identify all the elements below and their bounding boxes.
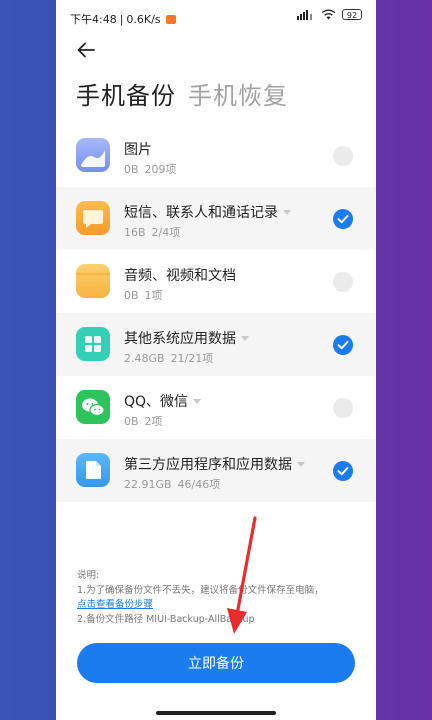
battery-icon: 92 bbox=[342, 9, 362, 20]
item-count: 21/21项 bbox=[170, 352, 214, 365]
tab-restore[interactable]: 手机恢复 bbox=[188, 76, 288, 111]
notes-title: 说明: bbox=[77, 570, 100, 581]
item-name: QQ、微信 bbox=[124, 391, 202, 411]
item-name: 其他系统应用数据 bbox=[124, 328, 249, 348]
status-right: 92 bbox=[297, 9, 362, 20]
photos-icon bbox=[76, 138, 110, 172]
wechat-icon bbox=[76, 390, 110, 424]
view-backup-steps-link[interactable]: 点击查看备份步骤 bbox=[77, 598, 367, 613]
backup-item-qq-wechat[interactable]: QQ、微信 0B 2项 bbox=[56, 376, 376, 439]
item-name-text: 其他系统应用数据 bbox=[124, 331, 236, 347]
backup-item-third-party-apps[interactable]: 第三方应用程序和应用数据 22.91GB 46/46项 bbox=[56, 439, 376, 502]
item-size: 22.91GB bbox=[124, 478, 172, 491]
item-meta: 0B 1项 bbox=[124, 287, 163, 303]
status-time: 下午4:48 bbox=[70, 13, 117, 26]
item-checkbox[interactable] bbox=[333, 272, 353, 292]
backup-item-system-apps[interactable]: 其他系统应用数据 2.48GB 21/21项 bbox=[56, 313, 376, 376]
item-count: 209项 bbox=[144, 163, 177, 176]
item-checkbox[interactable] bbox=[333, 398, 353, 418]
item-meta: 2.48GB 21/21项 bbox=[124, 350, 213, 366]
item-size: 0B bbox=[124, 415, 139, 428]
item-name: 第三方应用程序和应用数据 bbox=[124, 454, 305, 474]
item-meta: 22.91GB 46/46项 bbox=[124, 476, 220, 492]
item-checkbox[interactable] bbox=[333, 146, 353, 166]
item-size: 2.48GB bbox=[124, 352, 165, 365]
item-checkbox[interactable] bbox=[333, 335, 353, 355]
status-separator: | bbox=[119, 12, 124, 26]
chevron-down-icon[interactable] bbox=[241, 335, 249, 341]
item-meta: 16B 2/4项 bbox=[124, 224, 180, 240]
backup-notes: 说明: 1.为了确保备份文件不丢失，建议将备份文件保存至电脑， 点击查看备份步骤… bbox=[77, 569, 367, 627]
item-name-text: 音频、视频和文档 bbox=[124, 268, 236, 284]
item-size: 0B bbox=[124, 289, 139, 302]
backup-item-media[interactable]: 音频、视频和文档 0B 1项 bbox=[56, 250, 376, 313]
wifi-icon bbox=[321, 9, 336, 20]
item-name-text: 第三方应用程序和应用数据 bbox=[124, 457, 292, 473]
notification-app-icon bbox=[165, 14, 176, 24]
notes-line-1: 1.为了确保备份文件不丢失，建议将备份文件保存至电脑， bbox=[77, 584, 324, 596]
chevron-down-icon[interactable] bbox=[283, 209, 291, 215]
chevron-down-icon[interactable] bbox=[297, 461, 305, 467]
backup-item-photos[interactable]: 图片 0B 209项 bbox=[56, 124, 376, 187]
message-icon bbox=[76, 201, 110, 235]
file-icon bbox=[76, 453, 110, 487]
item-checkbox[interactable] bbox=[333, 461, 353, 481]
signal-icon bbox=[297, 10, 312, 20]
item-count: 46/46项 bbox=[177, 478, 221, 491]
backup-item-list: 图片 0B 209项 短信、联系人和通话记录 16B 2/4项 音频、视频和文档… bbox=[56, 124, 376, 502]
item-meta: 0B 2项 bbox=[124, 413, 163, 429]
checkmark-icon bbox=[337, 215, 349, 224]
checkmark-icon bbox=[337, 467, 349, 476]
folder-icon bbox=[76, 264, 110, 298]
item-size: 0B bbox=[124, 163, 139, 176]
home-indicator bbox=[156, 711, 276, 715]
title-tabs: 手机备份 手机恢复 bbox=[76, 76, 288, 111]
item-size: 16B bbox=[124, 226, 146, 239]
grid-icon bbox=[76, 327, 110, 361]
item-name-text: QQ、微信 bbox=[124, 394, 189, 410]
notes-line-2: 2.备份文件路径 MIUI-Backup-AllBackup bbox=[77, 613, 255, 625]
arrow-left-icon bbox=[77, 42, 95, 58]
item-checkbox[interactable] bbox=[333, 209, 353, 229]
backup-item-messages[interactable]: 短信、联系人和通话记录 16B 2/4项 bbox=[56, 187, 376, 250]
checkmark-icon bbox=[337, 341, 349, 350]
backup-now-button[interactable]: 立即备份 bbox=[77, 643, 355, 683]
status-net-speed: 0.6K/s bbox=[126, 12, 161, 26]
item-count: 2项 bbox=[144, 415, 163, 428]
item-name: 短信、联系人和通话记录 bbox=[124, 202, 291, 222]
item-name-text: 短信、联系人和通话记录 bbox=[124, 205, 278, 221]
item-count: 2/4项 bbox=[151, 226, 181, 239]
item-name: 音频、视频和文档 bbox=[124, 265, 236, 285]
chevron-down-icon[interactable] bbox=[193, 398, 202, 404]
item-count: 1项 bbox=[144, 289, 163, 302]
tab-backup[interactable]: 手机备份 bbox=[76, 76, 176, 111]
back-button[interactable] bbox=[74, 38, 98, 62]
item-name-text: 图片 bbox=[124, 142, 152, 158]
status-bar: 下午4:48 | 0.6K/s 92 bbox=[56, 0, 376, 34]
item-name: 图片 bbox=[124, 139, 152, 159]
phone-screen: 下午4:48 | 0.6K/s 92 手机备份 手机恢复 图片 0B 209项 … bbox=[56, 0, 376, 720]
item-meta: 0B 209项 bbox=[124, 161, 177, 177]
status-left: 下午4:48 | 0.6K/s bbox=[70, 11, 176, 27]
